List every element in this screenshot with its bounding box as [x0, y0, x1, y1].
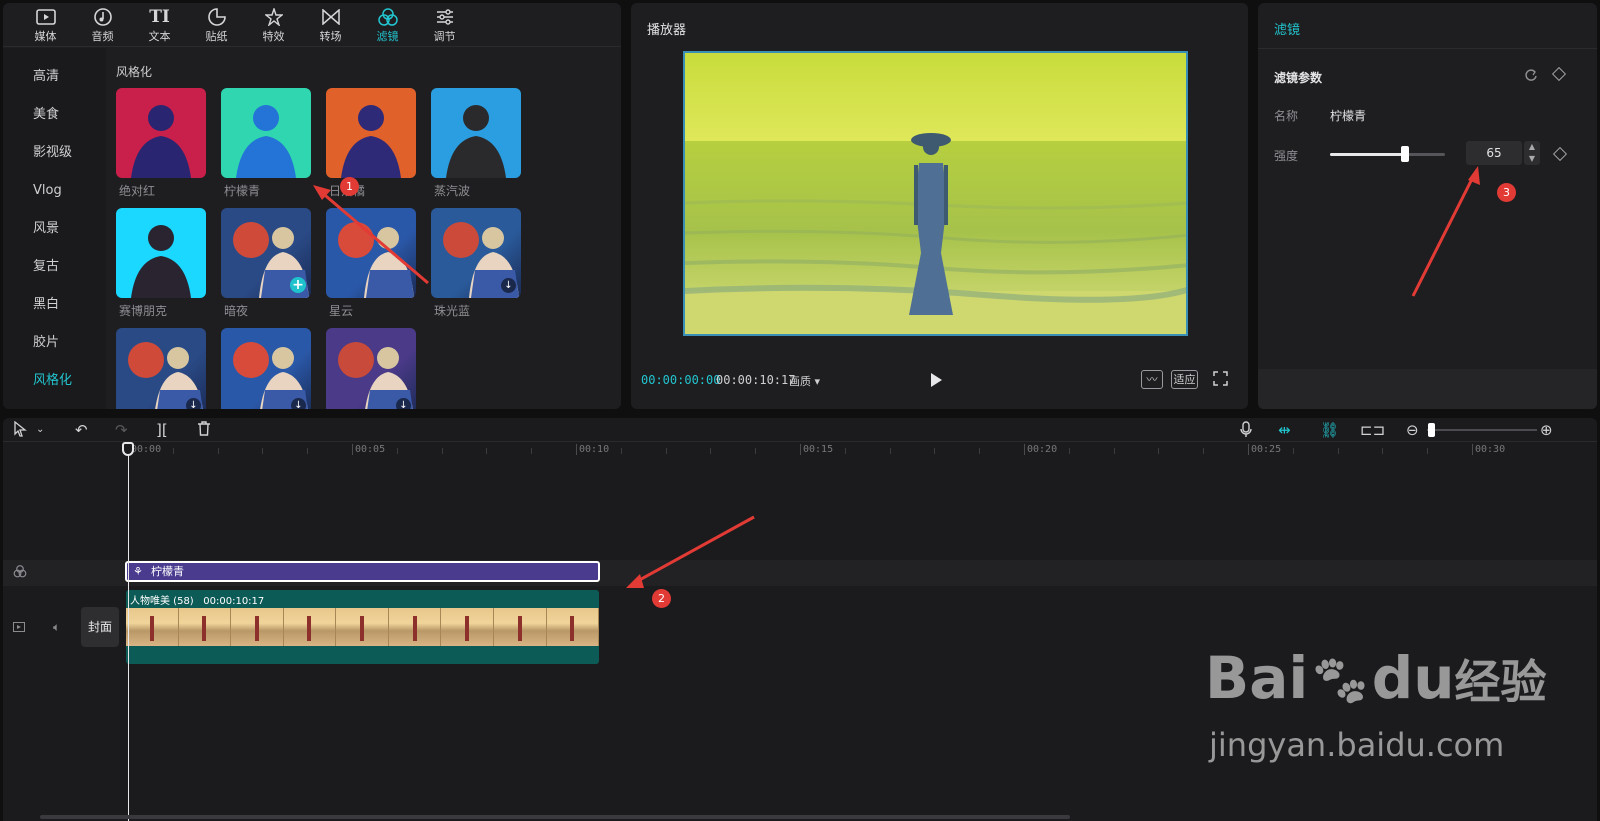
baidu-watermark: Bai🐾︎du经验 jingyan.baidu.com — [1205, 630, 1565, 770]
watermark-url: jingyan.baidu.com — [1209, 726, 1505, 764]
annotation-badge-2: 2 — [652, 589, 671, 608]
watermark-paw-icon: 🐾︎ — [1308, 652, 1372, 710]
watermark-logo: Bai🐾︎du经验 — [1205, 644, 1547, 712]
watermark-main: Bai — [1205, 644, 1309, 712]
watermark-sub: du — [1371, 644, 1455, 712]
annotation-badge-1: 1 — [340, 177, 359, 196]
watermark-brand: 经验 — [1454, 655, 1547, 709]
annotation-badge-3: 3 — [1497, 183, 1516, 202]
